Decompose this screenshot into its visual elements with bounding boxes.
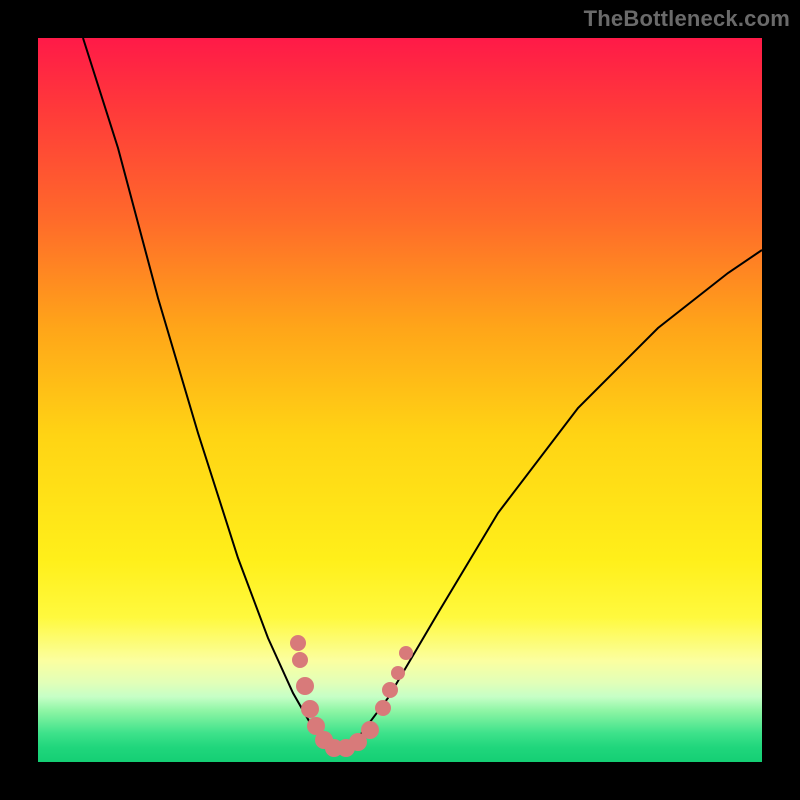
data-dot bbox=[292, 652, 308, 668]
watermark-text: TheBottleneck.com bbox=[584, 6, 790, 32]
data-dot bbox=[375, 700, 391, 716]
data-dot bbox=[382, 682, 398, 698]
chart-area bbox=[38, 38, 762, 762]
data-dot bbox=[361, 721, 379, 739]
data-dot bbox=[296, 677, 314, 695]
bottleneck-curve-svg bbox=[38, 38, 762, 762]
bottleneck-curve bbox=[83, 38, 762, 750]
data-dot bbox=[399, 646, 413, 660]
data-dot bbox=[290, 635, 306, 651]
data-dots bbox=[290, 635, 413, 757]
data-dot bbox=[301, 700, 319, 718]
data-dot bbox=[391, 666, 405, 680]
